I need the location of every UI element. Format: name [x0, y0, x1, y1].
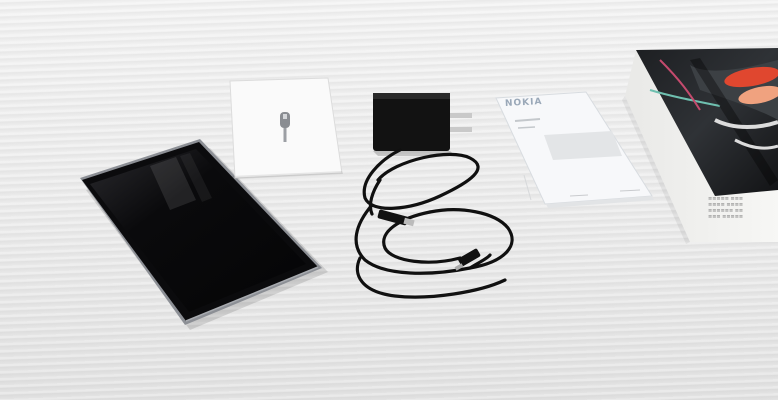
- scene-illustration: [80, 48, 778, 330]
- manual-brand-text: NOKIA: [504, 97, 543, 109]
- product-unboxing-photo: NOKIA ≡≡≡≡≡ ≡≡≡ ≡≡≡≡ ≡≡≡≡ ≡≡≡≡≡≡ ≡≡ ≡≡≡ …: [0, 0, 778, 400]
- usb-cable: [354, 148, 514, 299]
- box-print-line: ≡≡≡ ≡≡≡≡≡: [708, 214, 744, 220]
- box-print-text: ≡≡≡≡≡ ≡≡≡ ≡≡≡≡ ≡≡≡≡ ≡≡≡≡≡≡ ≡≡ ≡≡≡ ≡≡≡≡≡: [708, 196, 776, 220]
- usb-power-adapter: [373, 93, 472, 156]
- sim-eject-tool-card: [229, 77, 343, 179]
